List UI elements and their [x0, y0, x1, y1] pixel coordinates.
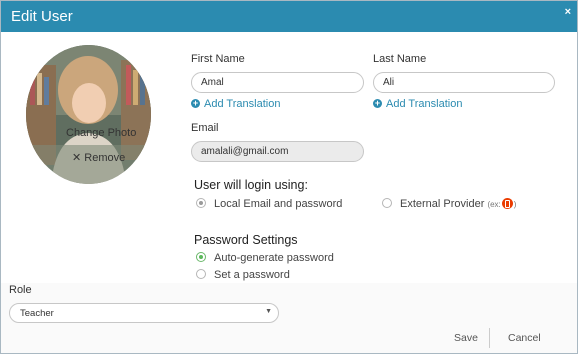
email-label: Email	[191, 122, 219, 134]
office-icon	[501, 197, 513, 209]
close-icon[interactable]: ×	[565, 6, 571, 18]
edit-user-dialog: Edit User × Change Photo ✕ Remove First …	[0, 0, 578, 354]
footer-divider	[489, 328, 490, 348]
plus-icon: +	[191, 97, 200, 108]
radio-selected[interactable]	[196, 198, 206, 209]
save-button[interactable]: Save	[454, 332, 478, 344]
radio-selected[interactable]	[196, 252, 206, 263]
last-name-add-translation[interactable]: + Add Translation	[373, 98, 462, 110]
profile-photo[interactable]: Change Photo ✕ Remove	[26, 45, 151, 184]
dialog-title: Edit User	[11, 8, 73, 25]
password-auto-option[interactable]: Auto-generate password	[196, 252, 334, 264]
login-method-heading: User will login using:	[194, 178, 308, 192]
role-select-value: Teacher	[20, 308, 54, 319]
radio-unselected[interactable]	[382, 198, 392, 209]
chevron-down-icon: ▼	[265, 308, 272, 315]
remove-photo-link[interactable]: ✕ Remove	[72, 151, 125, 164]
external-provider-hint: (ex:	[487, 200, 501, 209]
change-photo-link[interactable]: Change Photo	[66, 127, 136, 139]
dialog-titlebar: Edit User ×	[1, 1, 577, 32]
radio-unselected[interactable]	[196, 269, 206, 280]
role-label: Role	[9, 284, 32, 296]
login-external-option[interactable]: External Provider (ex:)	[382, 197, 516, 210]
plus-icon: +	[373, 97, 382, 108]
first-name-add-translation[interactable]: + Add Translation	[191, 98, 280, 110]
cancel-button[interactable]: Cancel	[508, 332, 541, 344]
close-icon: ✕	[72, 152, 82, 164]
role-select[interactable]: Teacher ▼	[9, 303, 279, 323]
login-local-option[interactable]: Local Email and password	[196, 198, 342, 210]
last-name-label: Last Name	[373, 53, 427, 65]
password-settings-heading: Password Settings	[194, 233, 298, 247]
password-set-option[interactable]: Set a password	[196, 269, 290, 281]
email-field[interactable]	[191, 141, 364, 162]
last-name-input[interactable]	[373, 72, 555, 93]
first-name-input[interactable]	[191, 72, 364, 93]
first-name-label: First Name	[191, 53, 245, 65]
